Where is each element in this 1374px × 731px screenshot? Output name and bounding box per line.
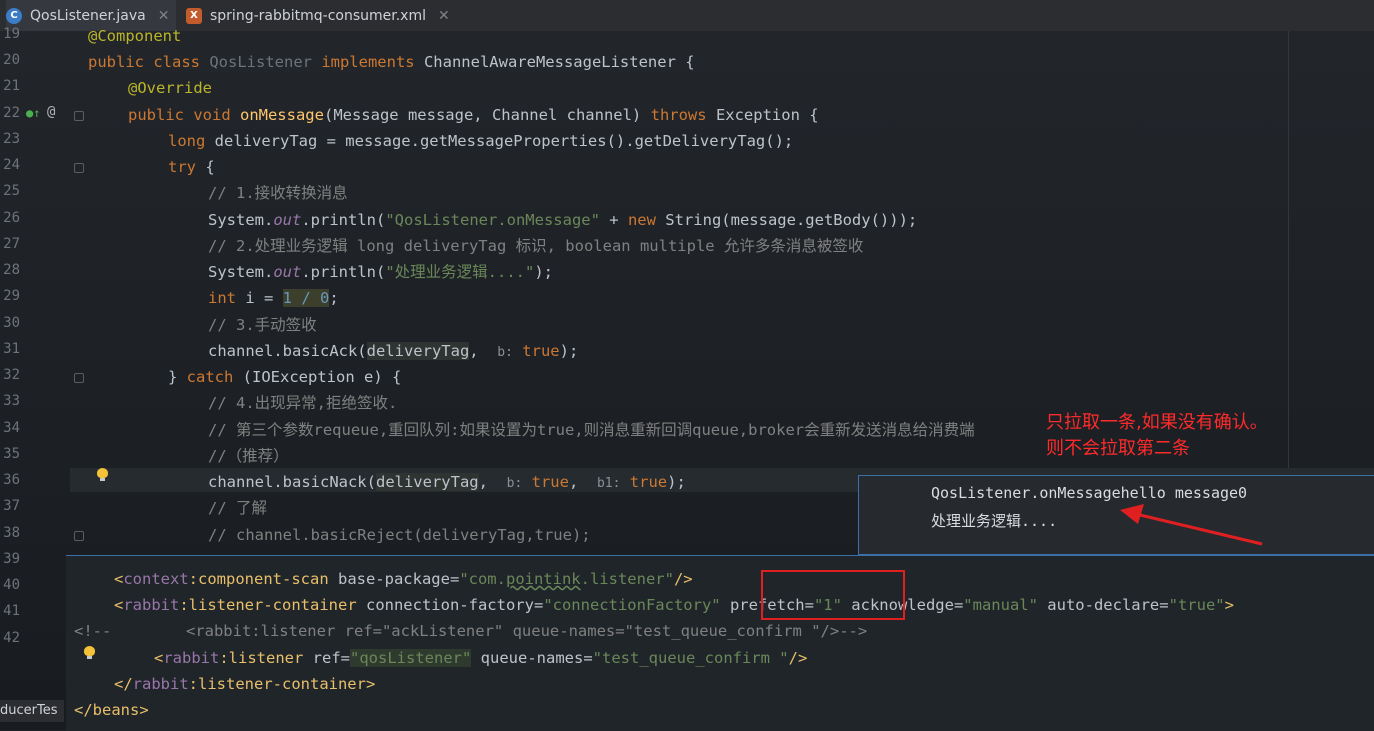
line-number: 34 [3,420,20,436]
line-number-gutter: 19 20 21 22 23 24 25 26 27 28 29 30 31 3… [0,26,66,730]
xml-line: <rabbit:listener ref="qosListener" queue… [154,649,808,667]
line-number: 21 [3,78,20,94]
code-line: public class QosListener implements Chan… [88,53,695,71]
line-number: 39 [3,551,20,567]
line-number: 37 [3,498,20,514]
code-line: //（推荐） [208,447,289,465]
code-line: @Component [88,27,182,45]
lightbulb-icon[interactable] [84,646,95,660]
code-line: long deliveryTag = message.getMessagePro… [168,132,794,150]
code-line: System.out.println("QosListener.onMessag… [208,211,918,229]
line-number: 32 [3,367,20,383]
red-arrow-icon [1120,504,1263,546]
code-line: try { [168,158,215,176]
line-number: 31 [3,341,20,357]
code-line: // 1.接收转换消息 [208,184,348,202]
line-number: 42 [3,630,20,646]
code-line: int i = 1 / 0; [208,289,339,307]
xml-line: <rabbit:listener-container connection-fa… [114,596,1234,614]
line-number: 36 [3,472,20,488]
line-number: 29 [3,288,20,304]
line-number: 41 [3,603,20,619]
xml-line: </beans> [74,701,149,719]
code-line: // 3.手动签收 [208,316,317,334]
code-line: System.out.println("处理业务逻辑...."); [208,263,553,281]
side-tab-label[interactable]: ducerTes [0,700,64,722]
xml-file-icon: X [186,7,202,24]
line-number: 30 [3,315,20,331]
line-number: 40 [3,577,20,593]
code-line: // 4.出现异常,拒绝签收. [208,394,398,412]
tab-label: spring-rabbitmq-consumer.xml [210,7,426,24]
close-icon[interactable]: ✕ [438,8,450,24]
tab-label: QosListener.java [30,7,146,24]
code-line: // 第三个参数requeue,重回队列:如果设置为true,则消息重新回调qu… [208,421,975,439]
xml-line: <!-- <rabbit:listener ref="ackListener" … [74,622,868,640]
line-number: 22 [3,105,20,121]
code-line: } catch (IOException e) { [168,368,402,386]
fold-marker-icon[interactable] [74,373,84,383]
xml-line: <context:component-scan base-package="co… [114,570,693,588]
line-number: 24 [3,157,20,173]
code-line: channel.basicAck(deliveryTag, b: true); [208,342,579,360]
line-number: 28 [3,262,20,278]
code-line: // channel.basicReject(deliveryTag,true)… [208,526,591,544]
line-number: 38 [3,525,20,541]
close-icon[interactable]: ✕ [158,8,170,24]
console-line: 处理业务逻辑.... [931,512,1058,530]
prefetch-highlight-box [761,570,905,620]
line-number: 19 [3,26,20,42]
code-line: // 了解 [208,499,267,517]
xml-line: </rabbit:listener-container> [114,675,376,693]
line-number: 23 [3,131,20,147]
code-line: public void onMessage(Message message, C… [128,106,819,124]
java-class-icon: C [6,7,22,24]
lightbulb-icon[interactable] [97,468,108,482]
implementing-method-icon[interactable]: ●↑ [26,106,40,120]
annotation-text: 则不会拉取第二条 [1046,438,1190,459]
code-line: channel.basicNack(deliveryTag, b: true, … [208,473,686,491]
line-number: 26 [3,210,20,226]
line-number: 25 [3,183,20,199]
line-number: 33 [3,393,20,409]
fold-marker-icon[interactable] [74,163,84,173]
editor-tab-bar: C QosListener.java ✕ X spring-rabbitmq-c… [0,0,1374,33]
line-number: 20 [3,52,20,68]
code-line: // 2.处理业务逻辑 long deliveryTag 标识, boolean… [208,237,864,255]
fold-marker-icon[interactable] [74,111,84,121]
tab-consumer-xml[interactable]: X spring-rabbitmq-consumer.xml ✕ [186,0,466,31]
annotation-text: 只拉取一条,如果没有确认。 [1046,412,1268,433]
code-line: @Override [128,79,212,97]
xml-code-overlay: <context:component-scan base-package="co… [66,555,1374,731]
annotation-marker-icon[interactable]: @ [47,104,55,120]
fold-marker-icon[interactable] [74,531,84,541]
line-number: 27 [3,236,20,252]
line-number: 35 [3,446,20,462]
